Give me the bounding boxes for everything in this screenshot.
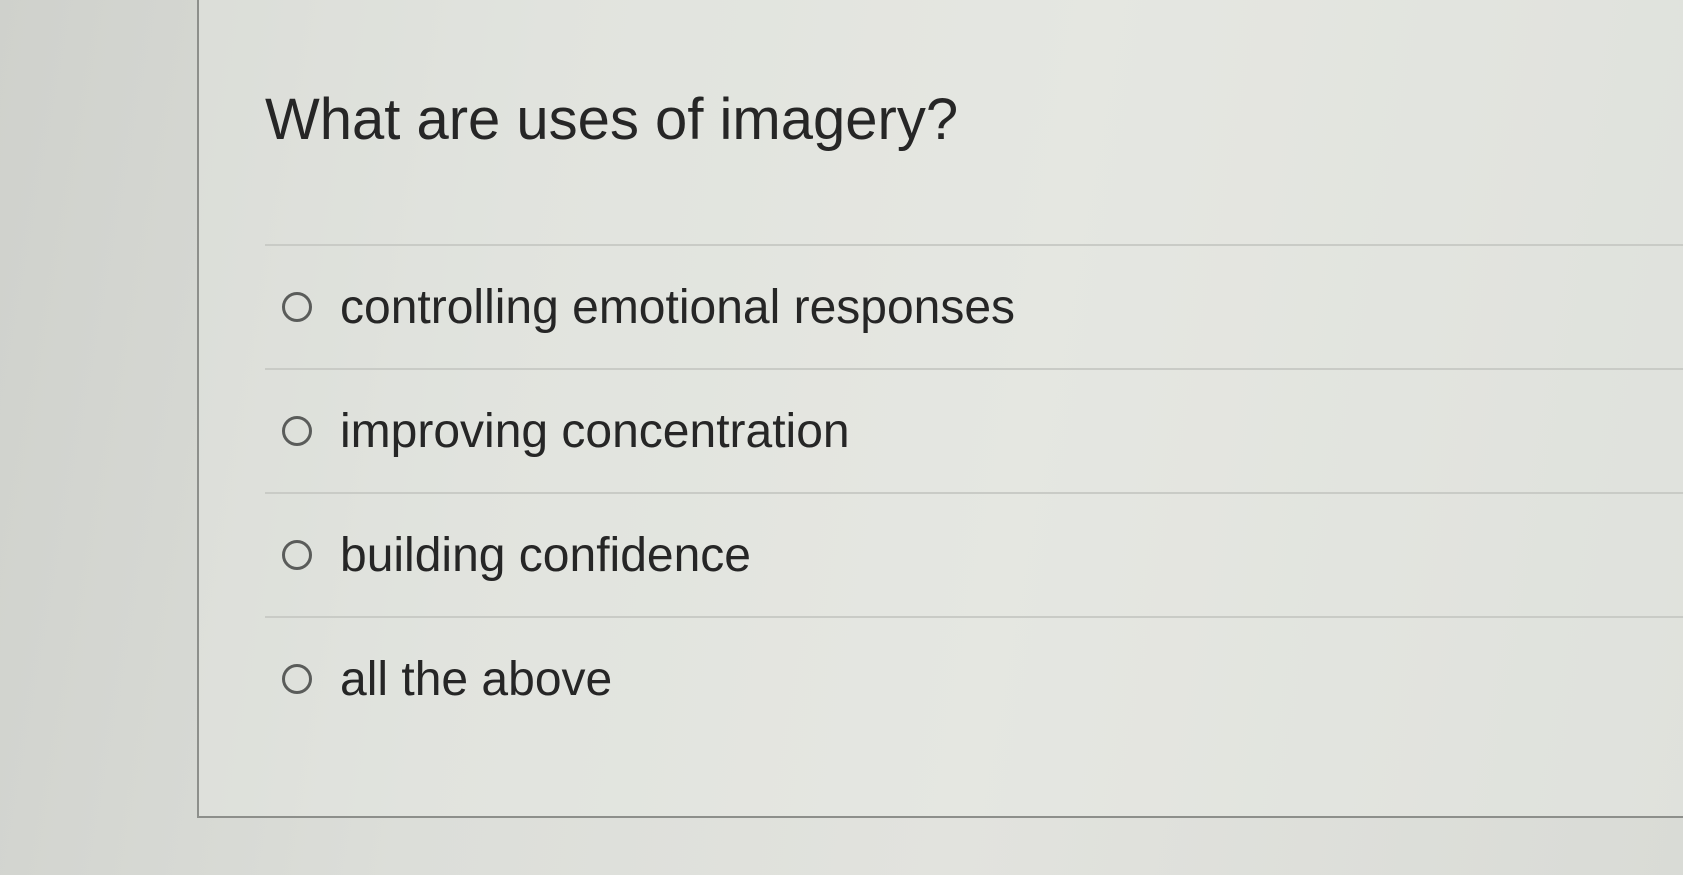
radio-button[interactable] — [282, 292, 312, 322]
answer-option-controlling-emotional-responses[interactable]: controlling emotional responses — [265, 244, 1683, 368]
answer-option-improving-concentration[interactable]: improving concentration — [265, 368, 1683, 492]
radio-button[interactable] — [282, 416, 312, 446]
radio-button[interactable] — [282, 540, 312, 570]
answer-label: all the above — [340, 652, 613, 706]
answer-option-all-the-above[interactable]: all the above — [265, 616, 1683, 740]
answer-label: controlling emotional responses — [340, 280, 1016, 334]
answer-list: controlling emotional responses improvin… — [265, 244, 1683, 740]
screen: What are uses of imagery? controlling em… — [0, 0, 1683, 875]
answer-label: improving concentration — [340, 404, 850, 458]
question-text: What are uses of imagery? — [265, 87, 959, 152]
answer-label: building confidence — [340, 528, 751, 582]
answer-option-building-confidence[interactable]: building confidence — [265, 492, 1683, 616]
radio-button[interactable] — [282, 664, 312, 694]
